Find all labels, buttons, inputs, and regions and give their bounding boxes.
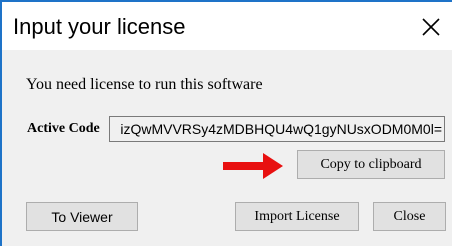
active-code-field[interactable]: izQwMVVRSy4zMDBHQU4wQ1gyNUsxODM0M0l= (109, 116, 445, 142)
close-button[interactable]: Close (373, 202, 446, 231)
import-license-button[interactable]: Import License (235, 202, 359, 231)
red-arrow-right-icon (223, 151, 285, 181)
close-icon[interactable] (418, 14, 444, 40)
license-dialog-window: Input your license You need license to r… (0, 0, 452, 246)
license-required-message: You need license to run this software (26, 76, 263, 93)
window-title: Input your license (13, 14, 186, 39)
copy-to-clipboard-button[interactable]: Copy to clipboard (297, 150, 445, 179)
to-viewer-button[interactable]: To Viewer (26, 202, 138, 231)
title-bar[interactable]: Input your license (2, 2, 452, 50)
active-code-label: Active Code (27, 121, 100, 136)
